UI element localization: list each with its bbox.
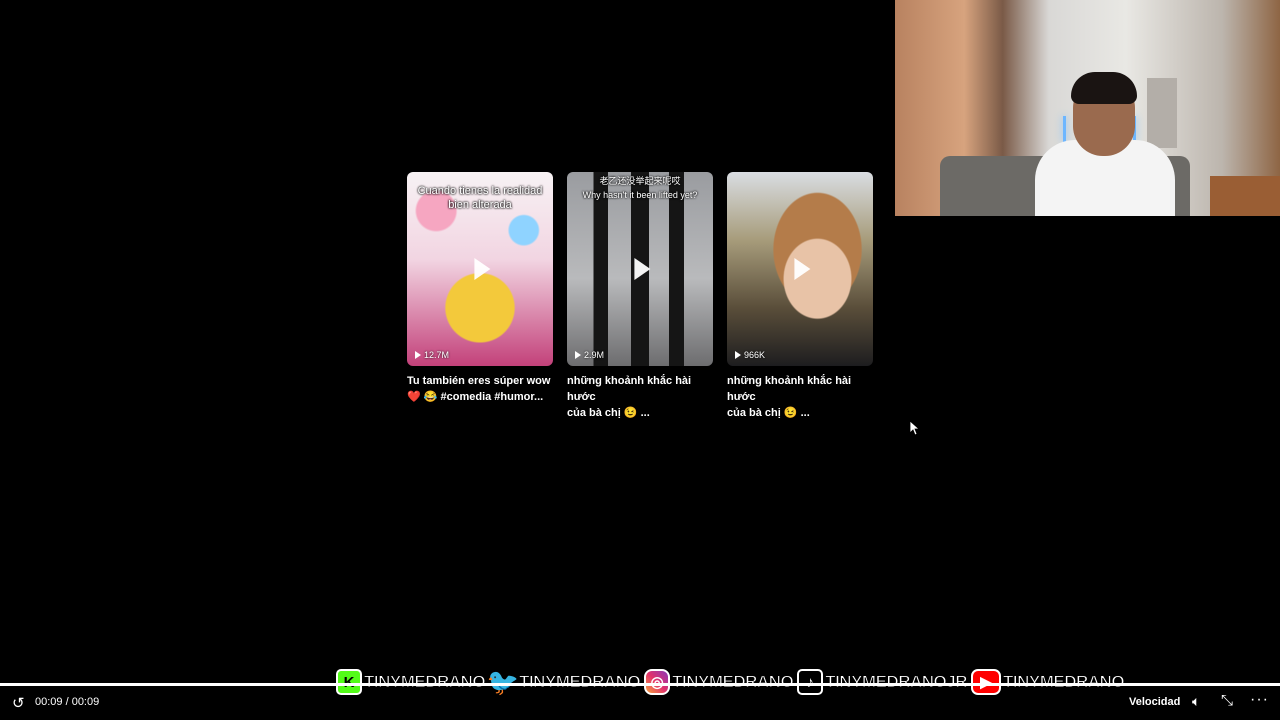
social-handle: TINYMEDRANO xyxy=(363,672,486,692)
playback-time: 00:09 / 00:09 xyxy=(35,696,100,708)
video-card-2[interactable]: 老乙还没举起来呢哎 Why hasn't it been lifted yet?… xyxy=(567,172,713,421)
social-handle: TINYMEDRANO xyxy=(672,672,795,692)
play-count-icon xyxy=(415,351,421,359)
video-title[interactable]: những khoảnh khắc hài hước của bà chị 😉 … xyxy=(567,373,713,421)
replay-icon[interactable]: ↺ xyxy=(12,694,25,712)
video-thumbnail[interactable]: 966K xyxy=(727,172,873,366)
video-card-1[interactable]: Cuando tienes la realidad bien alterada … xyxy=(407,172,553,421)
video-title-line: ❤️ 😂 #comedia #humor... xyxy=(407,391,544,403)
social-handle: TINYMEDRANO xyxy=(1002,672,1125,692)
view-count: 2.9M xyxy=(575,350,604,360)
exit-fullscreen-icon[interactable]: ⤡ xyxy=(1221,692,1233,709)
webcam-overlay xyxy=(895,0,1280,216)
progress-bar[interactable] xyxy=(0,683,1280,686)
video-title-line: những khoảnh khắc hài hước xyxy=(567,375,692,403)
more-options-icon[interactable]: ··· xyxy=(1250,691,1269,709)
video-card-3[interactable]: 966K những khoảnh khắc hài hước của bà c… xyxy=(727,172,873,421)
webcam-light xyxy=(1063,116,1066,142)
video-title[interactable]: Tu también eres súper wow ❤️ 😂 #comedia … xyxy=(407,373,553,405)
video-grid: Cuando tienes la realidad bien alterada … xyxy=(407,172,873,421)
video-title-line: của bà chị 😉 ... xyxy=(727,407,810,419)
view-count-value: 2.9M xyxy=(584,350,605,360)
view-count: 12.7M xyxy=(415,350,449,360)
video-title-line: Tu también eres súper wow xyxy=(407,375,551,387)
video-title-line: của bà chị 😉 ... xyxy=(567,407,650,419)
play-icon[interactable] xyxy=(474,258,491,280)
volume-icon[interactable]: 🔈︎ xyxy=(1192,693,1200,710)
speed-button[interactable]: Velocidad xyxy=(1129,696,1180,708)
webcam-background xyxy=(1147,78,1177,148)
webcam-person-hair xyxy=(1071,72,1137,104)
play-count-icon xyxy=(575,351,581,359)
view-count-value: 966K xyxy=(744,350,766,360)
social-handle: TINYMEDRANOJR xyxy=(825,672,968,692)
thumbnail-caption: 老乙还没举起来呢哎 Why hasn't it been lifted yet? xyxy=(582,176,698,200)
video-thumbnail[interactable]: Cuando tienes la realidad bien alterada … xyxy=(407,172,553,366)
social-handle: TINYMEDRANO xyxy=(519,672,642,692)
video-title-line: những khoảnh khắc hài hước xyxy=(727,375,852,403)
webcam-floor xyxy=(1210,176,1280,216)
video-title[interactable]: những khoảnh khắc hài hước của bà chị 😉 … xyxy=(727,373,873,421)
play-icon[interactable] xyxy=(794,258,811,280)
player-controls: ↺ 00:09 / 00:09 Velocidad 🔈︎ ⤡ ··· xyxy=(0,690,1280,716)
video-thumbnail[interactable]: 老乙还没举起来呢哎 Why hasn't it been lifted yet?… xyxy=(567,172,713,366)
play-count-icon xyxy=(735,351,741,359)
play-icon[interactable] xyxy=(634,258,651,280)
thumbnail-caption: Cuando tienes la realidad bien alterada xyxy=(417,185,543,211)
view-count: 966K xyxy=(735,350,765,360)
view-count-value: 12.7M xyxy=(424,350,450,360)
